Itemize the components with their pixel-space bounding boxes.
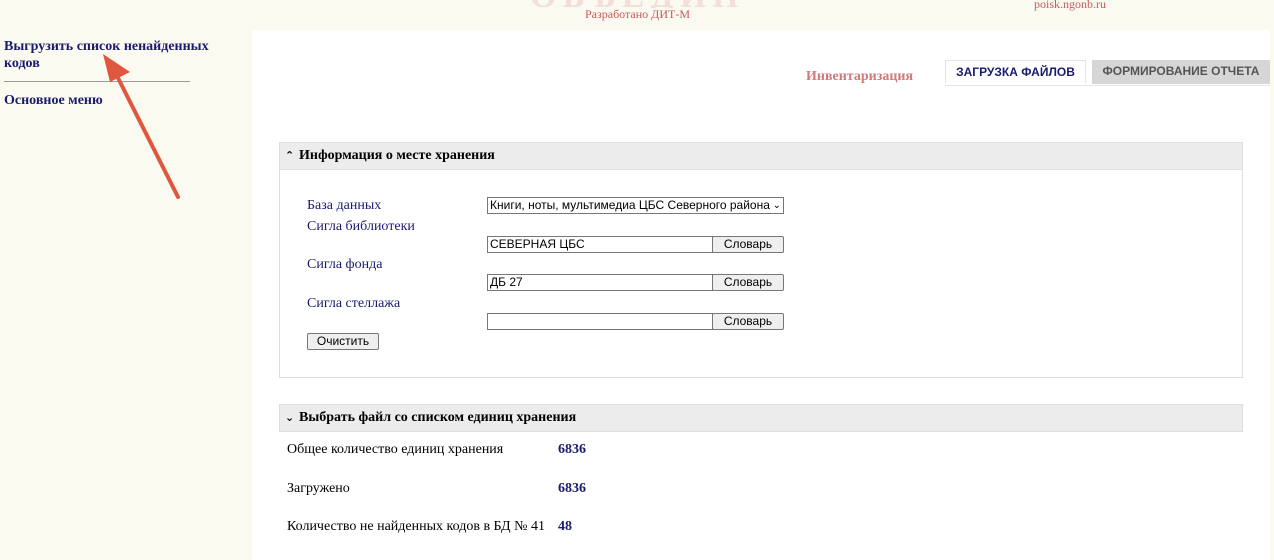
tabs-row: Инвентаризация ЗАГРУЗКА ФАЙЛОВ ФОРМИРОВА…: [252, 60, 1270, 86]
file-select-panel: ⌄ Выбрать файл со списком единиц хранения: [279, 404, 1243, 432]
chevron-down-icon: ⌄: [285, 411, 295, 424]
tab-report[interactable]: ФОРМИРОВАНИЕ ОТЧЕТА: [1092, 60, 1270, 84]
shelf-input[interactable]: [487, 313, 713, 330]
stat-not-found-value: 48: [558, 519, 572, 534]
chevron-up-icon: ⌃: [285, 149, 295, 162]
library-label: Сигла библиотеки: [307, 219, 415, 234]
sidebar-divider: [4, 81, 190, 82]
fund-input[interactable]: ДБ 27: [487, 274, 713, 291]
file-panel-header[interactable]: ⌄ Выбрать файл со списком единиц хранения: [280, 405, 1242, 432]
developed-by-text: Разработано ДИТ-М: [585, 7, 690, 21]
sidebar: Выгрузить список ненайденных кодов Основ…: [0, 38, 252, 109]
stat-total-label: Общее количество единиц хранения: [287, 442, 504, 457]
database-select[interactable]: Книги, ноты, мультимедиа ЦБС Северного р…: [487, 197, 784, 214]
library-input[interactable]: СЕВЕРНАЯ ЦБС: [487, 236, 713, 253]
chevron-down-icon: ⌄: [772, 200, 781, 211]
fund-label: Сигла фонда: [307, 257, 383, 272]
fund-dictionary-button[interactable]: Словарь: [712, 274, 784, 291]
stat-loaded-value: 6836: [558, 481, 586, 496]
storage-panel-title: Информация о месте хранения: [299, 148, 495, 163]
shelf-label: Сигла стеллажа: [307, 296, 401, 311]
stat-total-value: 6836: [558, 442, 586, 457]
sidebar-item-main-menu[interactable]: Основное меню: [0, 92, 252, 109]
tabs-divider: [945, 85, 1270, 86]
clear-button[interactable]: Очистить: [307, 333, 379, 350]
database-select-value: Книги, ноты, мультимедиа ЦБС Северного р…: [490, 198, 770, 212]
top-header: ОБЪЕДИНЁННЫЙ Разработано ДИТ-М poisk.ngo…: [0, 0, 1274, 30]
stat-loaded-label: Загружено: [287, 481, 350, 496]
storage-info-panel: ⌃ Информация о месте хранения База данных…: [279, 142, 1243, 378]
storage-panel-header[interactable]: ⌃ Информация о месте хранения: [280, 143, 1242, 170]
tab-file-upload[interactable]: ЗАГРУЗКА ФАЙЛОВ: [945, 60, 1086, 84]
database-label: База данных: [307, 198, 382, 213]
sidebar-item-export-not-found[interactable]: Выгрузить список ненайденных кодов: [0, 38, 230, 72]
library-dictionary-button[interactable]: Словарь: [712, 236, 784, 253]
section-label: Инвентаризация: [806, 69, 914, 84]
site-url-link[interactable]: poisk.ngonb.ru: [1034, 0, 1106, 12]
main-content: Инвентаризация ЗАГРУЗКА ФАЙЛОВ ФОРМИРОВА…: [252, 30, 1270, 560]
stat-not-found-label: Количество не найденных кодов в БД № 41: [287, 519, 545, 534]
file-panel-title: Выбрать файл со списком единиц хранения: [299, 410, 577, 425]
shelf-dictionary-button[interactable]: Словарь: [712, 313, 784, 330]
